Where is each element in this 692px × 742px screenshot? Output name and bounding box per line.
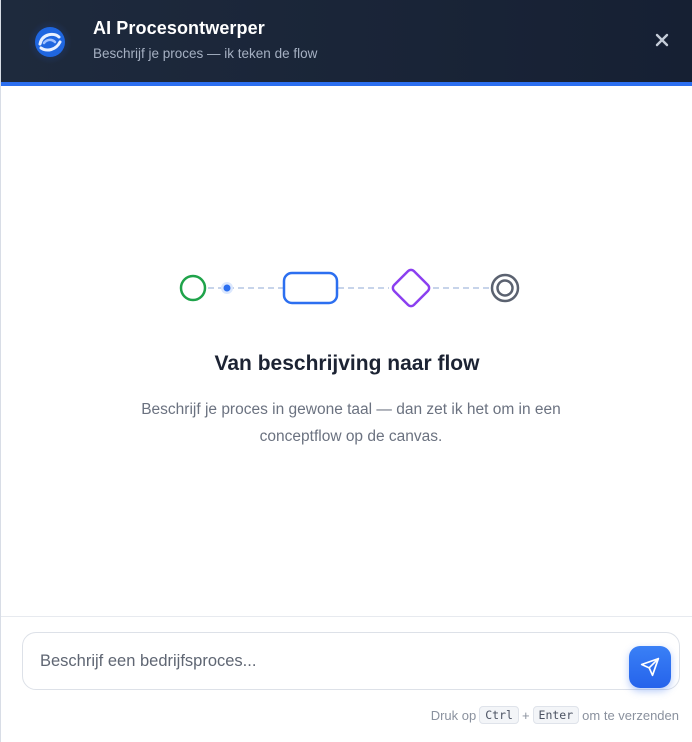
kbd-ctrl: Ctrl xyxy=(479,706,519,724)
kbd-enter: Enter xyxy=(532,706,580,724)
hint-prefix: Druk op xyxy=(430,707,477,723)
composer-divider xyxy=(1,616,692,617)
task-icon xyxy=(282,271,339,305)
close-button[interactable] xyxy=(649,27,675,53)
close-icon xyxy=(655,33,669,47)
send-button[interactable] xyxy=(629,646,671,688)
panel-header: AI Procesontwerper Beschrijf je proces —… xyxy=(1,0,692,82)
process-description-input[interactable] xyxy=(40,633,620,689)
gateway-icon xyxy=(391,268,431,308)
header-accent-bar xyxy=(1,82,692,86)
hint-suffix: om te verzenden xyxy=(582,707,679,723)
send-shortcut-hint: Druk op Ctrl + Enter om te verzenden xyxy=(431,706,679,724)
flow-dot-icon xyxy=(223,284,231,292)
empty-state-description: Beschrijf je proces in gewone taal — dan… xyxy=(141,401,561,445)
start-event-icon xyxy=(179,274,207,302)
end-event-inner-ring xyxy=(496,279,514,297)
flow-illustration xyxy=(179,268,520,308)
send-icon xyxy=(640,657,660,677)
ai-process-designer-panel: AI Procesontwerper Beschrijf je proces —… xyxy=(0,0,692,742)
panel-title: AI Procesontwerper xyxy=(93,18,265,38)
hint-plus: + xyxy=(521,707,530,723)
empty-state-title: Van beschrijving naar flow xyxy=(214,352,480,375)
panel-subtitle: Beschrijf je proces — ik teken de flow xyxy=(93,46,318,61)
swirl-logo-icon xyxy=(28,20,72,64)
composer-box xyxy=(22,632,680,690)
